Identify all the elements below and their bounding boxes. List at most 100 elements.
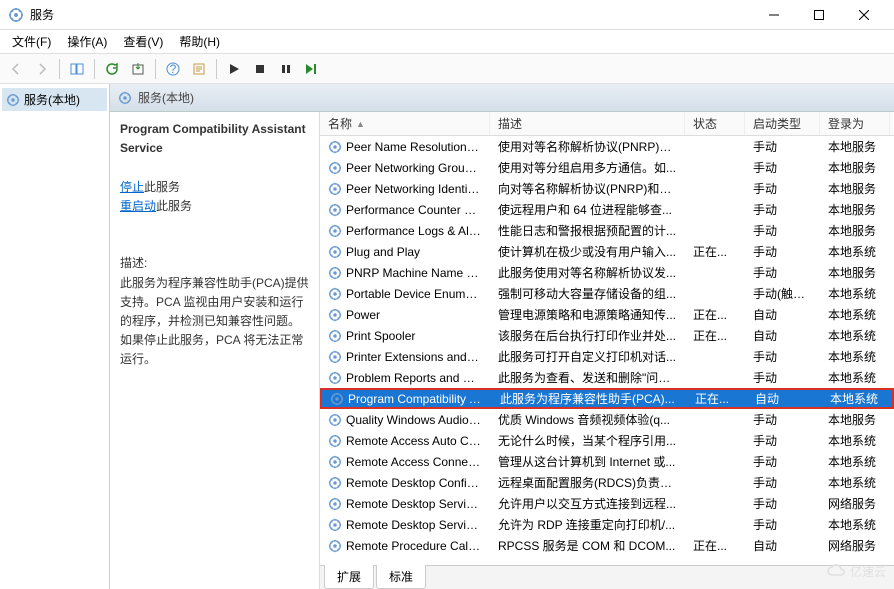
column-start[interactable]: 启动类型	[745, 112, 820, 135]
gear-icon	[328, 245, 342, 259]
cell-name: Remote Procedure Call (...	[320, 539, 490, 553]
cell-desc: 此服务可打开自定义打印机对话...	[490, 348, 685, 365]
cell-logon: 网络服务	[820, 537, 890, 554]
column-desc[interactable]: 描述	[490, 112, 685, 135]
service-row[interactable]: Performance Logs & Aler...性能日志和警报根据预配置的计…	[320, 220, 894, 241]
service-row[interactable]: Portable Device Enumera...强制可移动大容量存储设备的组…	[320, 283, 894, 304]
maximize-button[interactable]	[796, 0, 841, 30]
help-button[interactable]: ?	[161, 57, 185, 81]
cell-start: 手动	[745, 180, 820, 197]
service-row[interactable]: Remote Procedure Call (...RPCSS 服务是 COM …	[320, 535, 894, 556]
gear-icon	[328, 413, 342, 427]
export-button[interactable]	[126, 57, 150, 81]
cell-desc: 使用对等分组启用多方通信。如...	[490, 159, 685, 176]
cell-desc: 管理从这台计算机到 Internet 或...	[490, 453, 685, 470]
cell-desc: 性能日志和警报根据预配置的计...	[490, 222, 685, 239]
cell-state: 正在...	[685, 306, 745, 323]
service-row[interactable]: PNRP Machine Name Pu...此服务使用对等名称解析协议发...…	[320, 262, 894, 283]
cell-desc: 使远程用户和 64 位进程能够查...	[490, 201, 685, 218]
column-state[interactable]: 状态	[685, 112, 745, 135]
gear-icon	[328, 539, 342, 553]
cell-name: Peer Networking Groupi...	[320, 161, 490, 175]
menu-view[interactable]: 查看(V)	[115, 31, 171, 52]
service-row[interactable]: Peer Name Resolution Pr...使用对等名称解析协议(PNR…	[320, 136, 894, 157]
service-row[interactable]: Plug and Play使计算机在极少或没有用户输入...正在...手动本地系…	[320, 241, 894, 262]
tab-standard[interactable]: 标准	[376, 565, 426, 589]
cell-logon: 本地系统	[820, 306, 890, 323]
back-button[interactable]	[4, 57, 28, 81]
service-row[interactable]: Print Spooler该服务在后台执行打印作业并处...正在...自动本地系…	[320, 325, 894, 346]
cell-start: 手动	[745, 411, 820, 428]
pause-service-button[interactable]	[274, 57, 298, 81]
desc-label: 描述:	[120, 256, 147, 270]
list-body[interactable]: Peer Name Resolution Pr...使用对等名称解析协议(PNR…	[320, 136, 894, 565]
tree-item-services-local[interactable]: 服务(本地)	[2, 88, 107, 111]
window-title: 服务	[30, 6, 751, 23]
properties-button[interactable]	[187, 57, 211, 81]
main-area: 服务(本地) 服务(本地) Program Compatibility Assi…	[0, 84, 894, 589]
menu-file[interactable]: 文件(F)	[4, 31, 59, 52]
column-logon[interactable]: 登录为	[820, 112, 890, 135]
cell-start: 手动	[745, 243, 820, 260]
restart-link[interactable]: 重启动	[120, 199, 156, 213]
service-row[interactable]: Program Compatibility A...此服务为程序兼容性助手(PC…	[320, 388, 894, 409]
cell-logon: 本地系统	[820, 348, 890, 365]
menu-help[interactable]: 帮助(H)	[171, 31, 228, 52]
cell-desc: 此服务为查看、发送和删除"问题...	[490, 369, 685, 386]
service-row[interactable]: Peer Networking Groupi...使用对等分组启用多方通信。如.…	[320, 157, 894, 178]
tab-extended[interactable]: 扩展	[324, 565, 374, 589]
service-name: Program Compatibility Assistant Service	[120, 122, 306, 155]
gear-icon	[328, 308, 342, 322]
start-service-button[interactable]	[222, 57, 246, 81]
column-name[interactable]: 名称▲	[320, 112, 490, 135]
cell-desc: 该服务在后台执行打印作业并处...	[490, 327, 685, 344]
service-row[interactable]: Remote Desktop Service...允许为 RDP 连接重定向打印…	[320, 514, 894, 535]
view-tabs: 扩展 标准	[320, 565, 894, 589]
separator	[94, 59, 95, 79]
cell-desc: 使用对等名称解析协议(PNRP)在...	[490, 138, 685, 155]
gear-icon	[328, 476, 342, 490]
cell-start: 手动	[745, 222, 820, 239]
cell-name: Remote Desktop Service...	[320, 518, 490, 532]
service-row[interactable]: Quality Windows Audio V...优质 Windows 音频视…	[320, 409, 894, 430]
restart-service-button[interactable]	[300, 57, 324, 81]
minimize-button[interactable]	[751, 0, 796, 30]
cell-state: 正在...	[685, 243, 745, 260]
list-header: 名称▲ 描述 状态 启动类型 登录为	[320, 112, 894, 136]
cell-logon: 本地系统	[820, 474, 890, 491]
service-row[interactable]: Power管理电源策略和电源策略通知传...正在...自动本地系统	[320, 304, 894, 325]
stop-link[interactable]: 停止	[120, 180, 144, 194]
cell-desc: 优质 Windows 音频视频体验(q...	[490, 411, 685, 428]
gear-icon	[328, 371, 342, 385]
separator	[59, 59, 60, 79]
service-row[interactable]: Performance Counter DL...使远程用户和 64 位进程能够…	[320, 199, 894, 220]
close-button[interactable]	[841, 0, 886, 30]
cell-logon: 本地服务	[820, 159, 890, 176]
content-body: Program Compatibility Assistant Service …	[110, 112, 894, 589]
content-pane: 服务(本地) Program Compatibility Assistant S…	[110, 84, 894, 589]
cell-name: Printer Extensions and N...	[320, 350, 490, 364]
forward-button[interactable]	[30, 57, 54, 81]
service-row[interactable]: Remote Desktop Configu...远程桌面配置服务(RDCS)负…	[320, 472, 894, 493]
service-row[interactable]: Problem Reports and Sol...此服务为查看、发送和删除"问…	[320, 367, 894, 388]
service-row[interactable]: Remote Access Connecti...管理从这台计算机到 Inter…	[320, 451, 894, 472]
cell-name: Print Spooler	[320, 329, 490, 343]
service-row[interactable]: Remote Desktop Services允许用户以交互方式连接到远程...…	[320, 493, 894, 514]
gear-icon	[328, 434, 342, 448]
stop-service-button[interactable]	[248, 57, 272, 81]
separator	[155, 59, 156, 79]
svg-text:?: ?	[170, 62, 177, 76]
tree-pane: 服务(本地)	[0, 84, 110, 589]
cell-start: 手动	[745, 201, 820, 218]
cell-start: 手动	[745, 495, 820, 512]
service-row[interactable]: Remote Access Auto Con...无论什么时候，当某个程序引用.…	[320, 430, 894, 451]
service-row[interactable]: Peer Networking Identity...向对等名称解析协议(PNR…	[320, 178, 894, 199]
service-row[interactable]: Printer Extensions and N...此服务可打开自定义打印机对…	[320, 346, 894, 367]
cell-logon: 本地系统	[820, 432, 890, 449]
cell-start: 手动	[745, 159, 820, 176]
cell-desc: RPCSS 服务是 COM 和 DCOM...	[490, 537, 685, 554]
refresh-button[interactable]	[100, 57, 124, 81]
cell-name: Performance Logs & Aler...	[320, 224, 490, 238]
menu-action[interactable]: 操作(A)	[59, 31, 115, 52]
show-hide-tree-button[interactable]	[65, 57, 89, 81]
